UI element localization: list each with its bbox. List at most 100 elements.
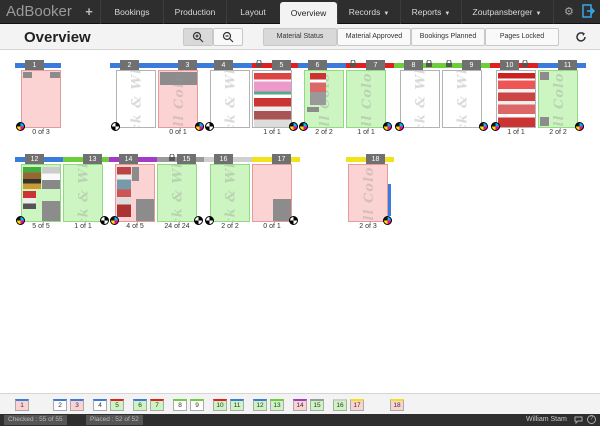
lock-icon — [169, 154, 175, 161]
chevron-down-icon: ▼ — [383, 11, 390, 17]
registration-mark-icon — [395, 122, 404, 131]
ad-image — [117, 167, 131, 217]
lock-icon — [522, 60, 528, 67]
add-icon[interactable]: + — [80, 4, 98, 20]
page-thumbnail[interactable]: Black & White — [210, 164, 250, 222]
ad-block — [132, 167, 139, 181]
watermark-label: Black & White — [224, 165, 239, 221]
logout-icon[interactable] — [582, 4, 595, 18]
filter-bookings-planned[interactable]: Bookings Planned — [411, 28, 485, 46]
strip-page[interactable]: 6 — [133, 399, 147, 411]
ad-block — [540, 117, 549, 126]
help-icon[interactable]: ? — [587, 415, 596, 424]
zoom-out-icon — [222, 31, 234, 43]
registration-mark-icon — [479, 122, 488, 131]
page-thumbnail[interactable] — [496, 70, 536, 128]
page-thumbnail[interactable] — [21, 70, 61, 128]
lock-icon — [256, 60, 262, 67]
page-watermark: Full Colour — [349, 164, 387, 222]
page-thumbnail[interactable]: Black & White — [210, 70, 250, 128]
nav-records[interactable]: Records ▼ — [338, 0, 400, 24]
watermark-label: Black & White — [224, 71, 239, 127]
material-count: 1 of 1 — [263, 129, 281, 136]
page-watermark: Black & White — [443, 71, 481, 127]
ad-image — [23, 167, 41, 189]
watermark-label: Black & White — [414, 71, 429, 127]
user-name[interactable]: William Stam — [526, 414, 567, 426]
nav-publication[interactable]: Zoutpansberger ▼ — [462, 0, 552, 24]
page-thumbnail[interactable]: Full Colour — [158, 70, 198, 128]
ad-image — [23, 191, 36, 209]
material-count: 5 of 5 — [32, 223, 50, 230]
nav-overview[interactable]: Overview — [280, 2, 337, 24]
page-thumbnail[interactable]: Black & White — [63, 164, 103, 222]
chat-icon[interactable] — [574, 416, 583, 424]
gear-icon[interactable]: ⚙ — [564, 5, 574, 18]
page-thumbnail[interactable] — [252, 70, 292, 128]
top-nav: AdBooker + Bookings Production Layout Ov… — [0, 0, 600, 24]
nav-production[interactable]: Production — [164, 0, 226, 24]
filter-material-status[interactable]: Material Status — [263, 28, 337, 46]
page-thumbnail[interactable]: Black & White — [442, 70, 482, 128]
page-watermark: Black & White — [211, 71, 249, 127]
material-count: 0 of 1 — [169, 129, 187, 136]
watermark-label: Black & White — [77, 165, 92, 221]
material-count: 4 of 5 — [126, 223, 144, 230]
nav-reports[interactable]: Reports ▼ — [401, 0, 461, 24]
ad-block — [307, 107, 319, 112]
filter-pages-locked[interactable]: Pages Locked — [485, 28, 559, 46]
nav-bookings[interactable]: Bookings — [101, 0, 163, 24]
page-thumbnail[interactable] — [115, 164, 155, 222]
page-thumbnail[interactable]: Black & White — [400, 70, 440, 128]
page-thumbnail[interactable]: Black & White — [157, 164, 197, 222]
nav-reports-label: Reports — [411, 7, 442, 17]
strip-page[interactable]: 2 — [53, 399, 67, 411]
app-brand[interactable]: AdBooker — [6, 3, 72, 20]
lock-icon — [426, 60, 432, 67]
page-watermark: Black & White — [117, 71, 155, 127]
strip-page[interactable]: 7 — [150, 399, 164, 411]
material-count: 0 of 3 — [32, 129, 50, 136]
zoom-out-button[interactable] — [213, 28, 243, 46]
page-thumbnail[interactable] — [21, 164, 61, 222]
zoom-in-button[interactable] — [183, 28, 213, 46]
material-count: 0 of 1 — [263, 223, 281, 230]
page-thumbnail[interactable]: Full Colour — [304, 70, 344, 128]
watermark-label: Black & White — [456, 71, 471, 127]
nav-records-label: Records — [348, 7, 381, 17]
nav-layout[interactable]: Layout — [227, 0, 279, 24]
strip-page[interactable]: 17 — [350, 399, 364, 411]
ad-image — [310, 73, 326, 105]
ad-block — [540, 72, 549, 80]
edge-marker — [388, 184, 391, 216]
watermark-label: Full Colour — [361, 164, 377, 222]
strip-page[interactable]: 16 — [333, 399, 347, 411]
strip-page[interactable]: 12 — [253, 399, 267, 411]
checked-status: Checked : 55 of 55 — [4, 415, 67, 425]
page-watermark: Full Colour — [159, 70, 197, 128]
chevron-down-icon: ▼ — [535, 11, 542, 17]
page-thumbnail[interactable]: Full Colour — [346, 70, 386, 128]
strip-page[interactable]: 18 — [390, 399, 404, 411]
strip-page[interactable]: 11 — [230, 399, 244, 411]
page-thumbnail[interactable]: Full Colour — [538, 70, 578, 128]
watermark-label: Full Colour — [171, 70, 187, 128]
strip-page[interactable]: 1 — [15, 399, 29, 411]
refresh-icon[interactable] — [575, 31, 587, 43]
ad-image — [498, 73, 535, 127]
strip-page[interactable]: 3 — [70, 399, 84, 411]
page-thumbnail[interactable]: Black & White — [116, 70, 156, 128]
strip-page[interactable]: 8 — [173, 399, 187, 411]
strip-page[interactable]: 9 — [190, 399, 204, 411]
ad-block — [23, 72, 32, 78]
strip-page[interactable]: 15 — [310, 399, 324, 411]
page-thumbnail[interactable]: Full Colour — [348, 164, 388, 222]
page-thumbnail[interactable] — [252, 164, 292, 222]
strip-page[interactable]: 10 — [213, 399, 227, 411]
strip-page[interactable]: 14 — [293, 399, 307, 411]
strip-page[interactable]: 5 — [110, 399, 124, 411]
filter-material-approved[interactable]: Material Approved — [337, 28, 411, 46]
strip-page[interactable]: 13 — [270, 399, 284, 411]
strip-page[interactable]: 4 — [93, 399, 107, 411]
ad-image — [42, 167, 60, 189]
